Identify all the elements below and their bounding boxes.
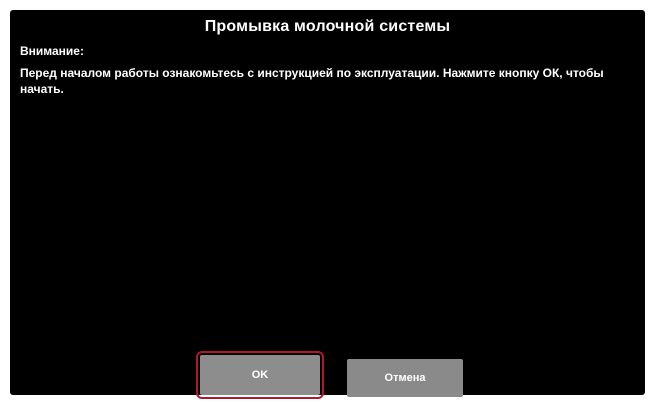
attention-label: Внимание: xyxy=(20,44,84,58)
cancel-button[interactable]: Отмена xyxy=(347,359,463,397)
ok-button[interactable]: OK xyxy=(196,351,324,399)
milk-system-rinse-dialog: Промывка молочной системы Внимание: Пере… xyxy=(10,10,645,399)
instruction-message: Перед началом работы ознакомьтесь с инст… xyxy=(20,66,604,96)
dialog-title: Промывка молочной системы xyxy=(204,18,451,35)
